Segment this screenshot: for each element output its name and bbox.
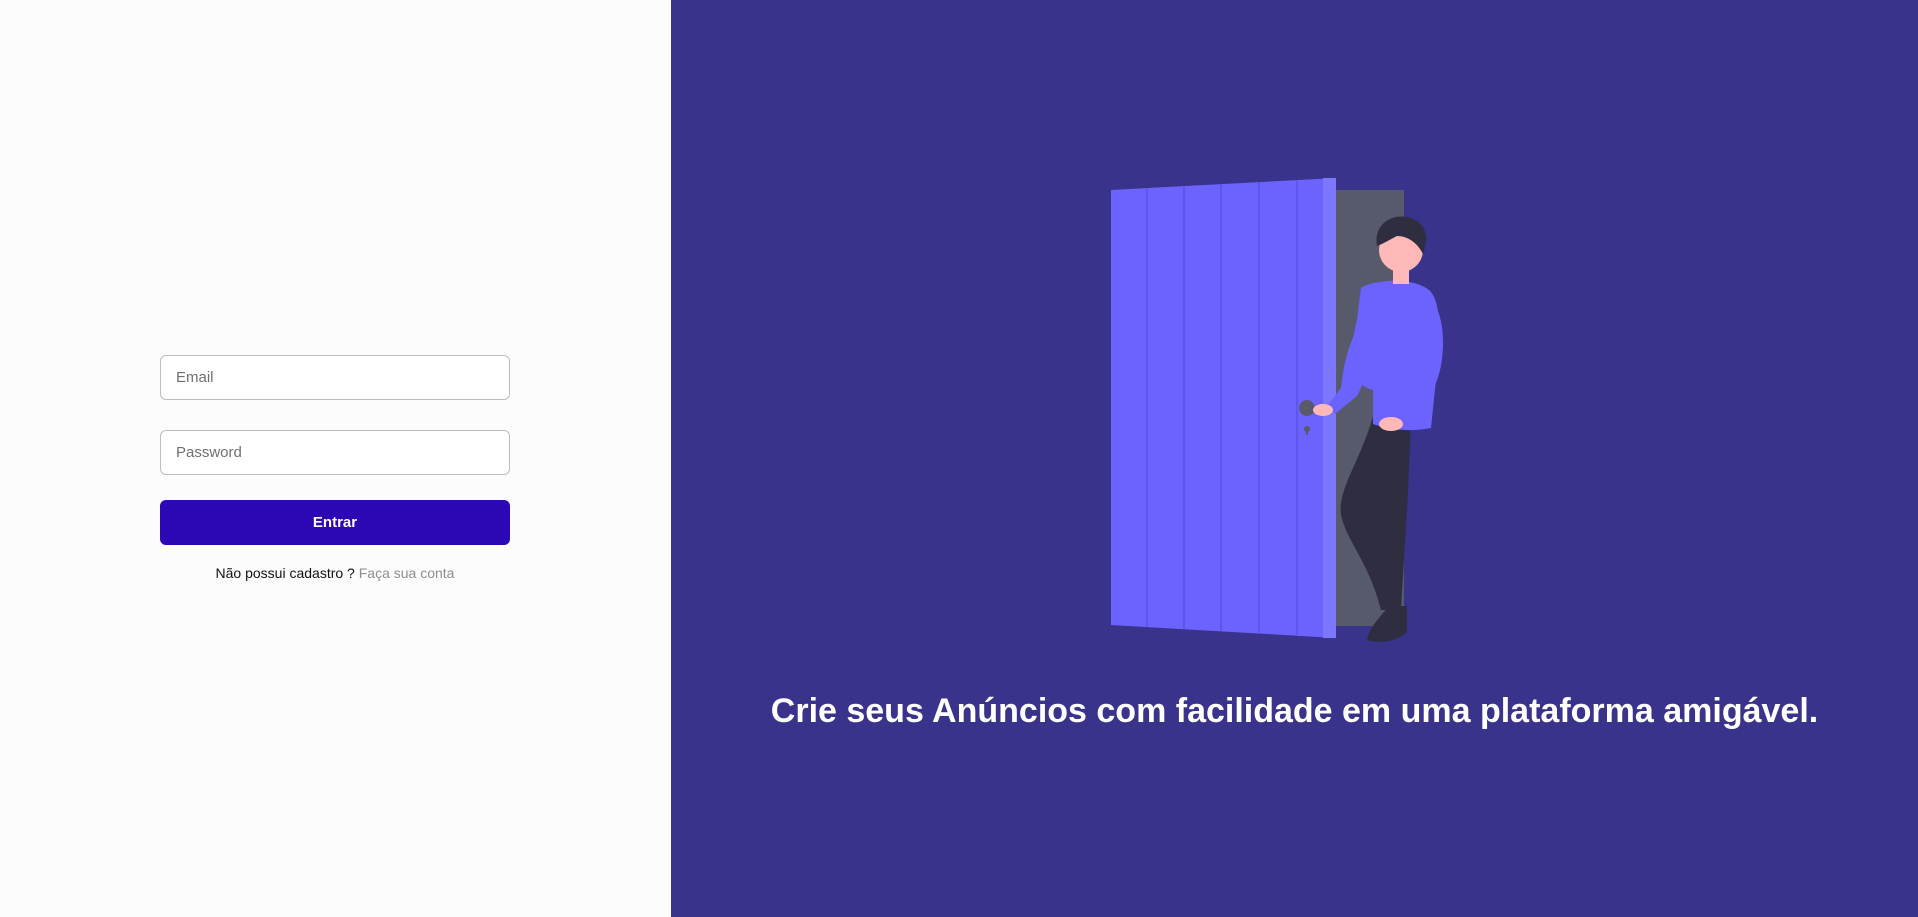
door-illustration (1111, 178, 1444, 642)
door-knob (1299, 400, 1315, 416)
hero-panel: Crie seus Anúncios com facilidade em uma… (671, 0, 1918, 917)
login-form: Entrar Não possui cadastro ? Faça sua co… (160, 355, 510, 581)
email-field[interactable] (160, 355, 510, 400)
signup-row: Não possui cadastro ? Faça sua conta (160, 565, 510, 581)
login-panel: Entrar Não possui cadastro ? Faça sua co… (0, 0, 671, 917)
password-field[interactable] (160, 430, 510, 475)
signup-prompt: Não possui cadastro ? (215, 565, 355, 581)
login-button[interactable]: Entrar (160, 500, 510, 545)
login-page: Entrar Não possui cadastro ? Faça sua co… (0, 0, 1918, 917)
hero-tagline: Crie seus Anúncios com facilidade em uma… (770, 692, 1819, 730)
signup-link[interactable]: Faça sua conta (359, 565, 455, 581)
